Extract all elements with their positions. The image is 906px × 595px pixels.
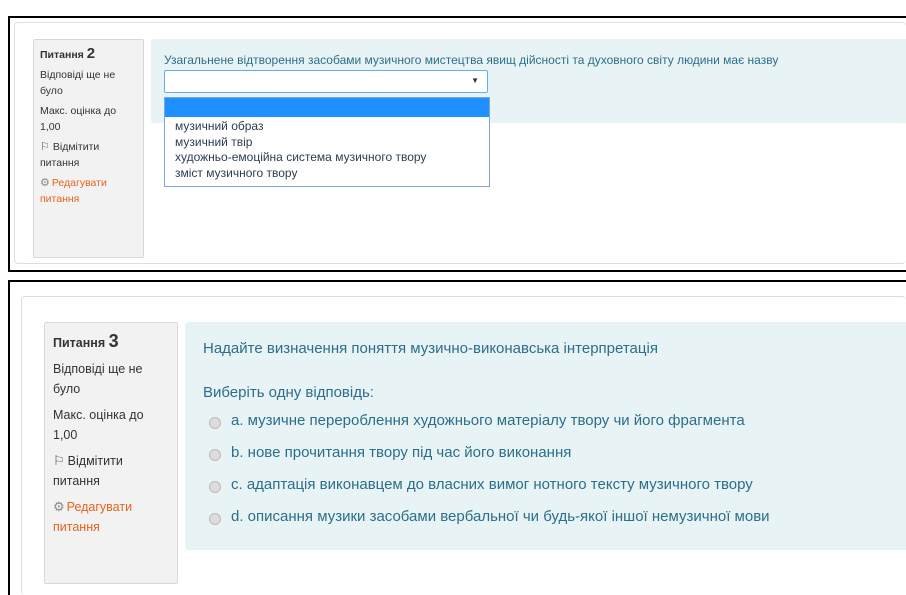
question-2-max-grade: Макс. оцінка до 1,00 <box>40 105 117 133</box>
dropdown-option-empty[interactable] <box>165 98 489 117</box>
edit-question-2-link[interactable]: ⚙ Редагувати питання <box>40 175 137 207</box>
flag-icon: ⚐ <box>53 453 65 468</box>
radio-button[interactable] <box>209 417 221 429</box>
question-3-max-grade: Макс. оцінка до 1,00 <box>53 408 144 442</box>
flag-icon: ⚐ <box>40 141 50 153</box>
dropdown-arrow-icon: ▼ <box>471 76 479 85</box>
flag-question-3-link[interactable]: ⚐ Відмітити питання <box>53 451 169 491</box>
question-3-info: Питання 3 Відповіді ще не було Макс. оці… <box>44 322 178 584</box>
question-2-text: Узагальнене відтворення засобами музично… <box>164 53 779 67</box>
question-3-status: Відповіді ще не було <box>53 362 143 396</box>
dropdown-option[interactable]: музичний твір <box>175 135 426 151</box>
answer-select[interactable]: ▼ <box>164 70 488 93</box>
radio-button[interactable] <box>209 481 221 493</box>
question-3-content: Надайте визначення поняття музично-викон… <box>185 322 906 550</box>
answer-dropdown-list[interactable]: музичний образ музичний твір художньо-ем… <box>164 97 490 187</box>
gear-icon: ⚙ <box>40 177 50 189</box>
question-3-text: Надайте визначення поняття музично-викон… <box>203 340 658 357</box>
dropdown-option[interactable]: зміст музичного твору <box>175 166 426 182</box>
question-2-number: Питання 2 <box>40 45 96 62</box>
question-3-number: Питання 3 <box>53 331 119 351</box>
dropdown-option[interactable]: музичний образ <box>175 119 426 135</box>
question-2-info: Питання 2 Відповіді ще не було Макс. оці… <box>33 39 144 258</box>
question-2-status: Відповіді ще не було <box>40 69 116 97</box>
answer-prompt: Виберіть одну відповідь: <box>203 384 374 401</box>
radio-button[interactable] <box>209 449 221 461</box>
radio-button[interactable] <box>209 513 221 525</box>
edit-question-3-link[interactable]: ⚙ Редагувати питання <box>53 497 169 537</box>
flag-question-2-link[interactable]: ⚐ Відмітити питання <box>40 139 137 171</box>
dropdown-option[interactable]: художньо-емоційна система музичного твор… <box>175 150 426 166</box>
gear-icon: ⚙ <box>53 499 65 514</box>
